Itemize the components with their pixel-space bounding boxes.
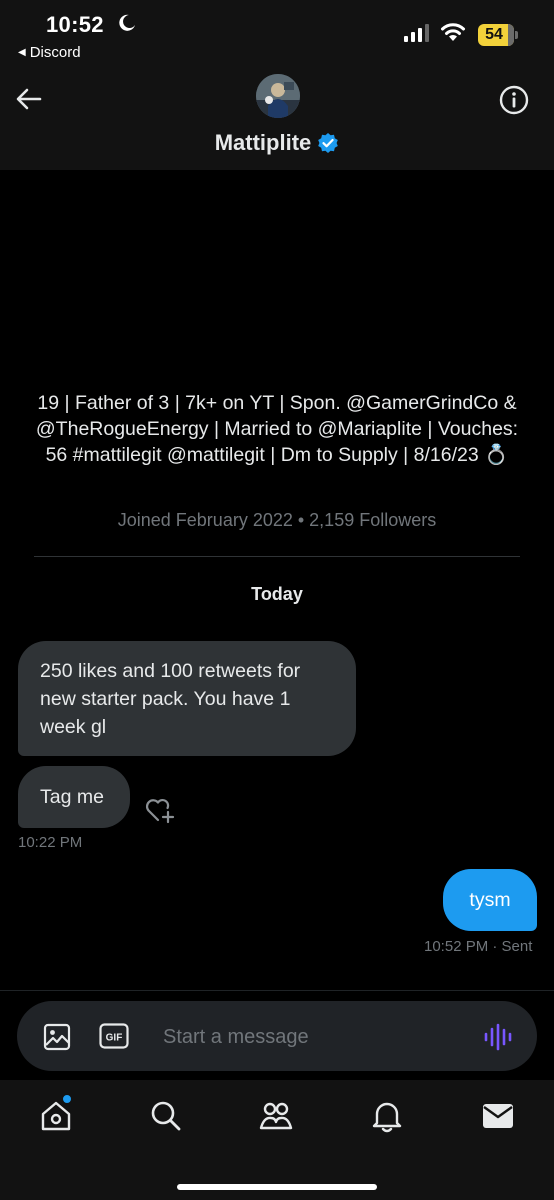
profile-name-row[interactable]: Mattiplite (0, 130, 554, 156)
verified-badge-icon (318, 133, 339, 153)
back-arrow-icon[interactable] (14, 84, 44, 114)
divider (34, 556, 520, 557)
profile-joined-info: Joined February 2022 • 2,159 Followers (117, 510, 437, 530)
message-status: · Sent (492, 938, 533, 955)
communities-icon[interactable] (258, 1098, 294, 1134)
envelope-icon[interactable] (480, 1098, 516, 1134)
gif-label: GIF (106, 1033, 123, 1044)
battery-indicator: 54 (478, 24, 518, 46)
status-bar: 10:52 ◀ Discord 54 (0, 0, 554, 70)
received-message-bubble[interactable]: 250 likes and 100 retweets for new start… (18, 641, 356, 756)
notification-dot (62, 1094, 72, 1104)
display-name: Mattiplite (214, 130, 312, 155)
voice-icon[interactable] (483, 1023, 513, 1051)
message-composer: GIF (17, 1001, 537, 1071)
gif-frame: GIF (99, 1023, 129, 1049)
bottom-tab-bar (0, 1080, 554, 1200)
search-icon[interactable] (148, 1098, 184, 1134)
add-reaction-icon[interactable] (144, 796, 176, 824)
info-icon[interactable] (498, 84, 530, 116)
home-indicator (177, 1184, 377, 1190)
conversation-header: Mattiplite (0, 70, 554, 170)
status-clock: 10:52 (46, 12, 104, 37)
back-to-app-label: Discord (29, 44, 81, 61)
cellular-signal-icon (404, 22, 429, 42)
message-timestamp: 10:22 PM (18, 834, 83, 851)
sent-message-meta: 10:52 PM · Sent (424, 938, 532, 955)
sent-message-bubble[interactable]: tysm (443, 869, 537, 931)
profile-bio: 19 | Father of 3 | 7k+ on YT | Spon. @Ga… (35, 392, 519, 466)
back-to-app-link[interactable]: ◀ Discord (18, 44, 81, 61)
gif-icon[interactable]: GIF (99, 1023, 129, 1049)
composer-area: GIF (0, 990, 554, 1080)
avatar-image (256, 74, 300, 118)
message-input[interactable] (163, 1021, 463, 1053)
image-icon[interactable] (43, 1023, 71, 1051)
bell-icon[interactable] (369, 1098, 405, 1134)
wifi-icon (441, 23, 465, 41)
received-message-bubble[interactable]: Tag me (18, 766, 130, 828)
message-timestamp: 10:52 PM (424, 938, 489, 955)
battery-level: 54 (485, 26, 503, 43)
day-separator: Today (251, 584, 303, 604)
moon-icon (119, 14, 135, 31)
back-triangle-icon: ◀ (18, 47, 26, 58)
avatar[interactable] (256, 74, 300, 118)
